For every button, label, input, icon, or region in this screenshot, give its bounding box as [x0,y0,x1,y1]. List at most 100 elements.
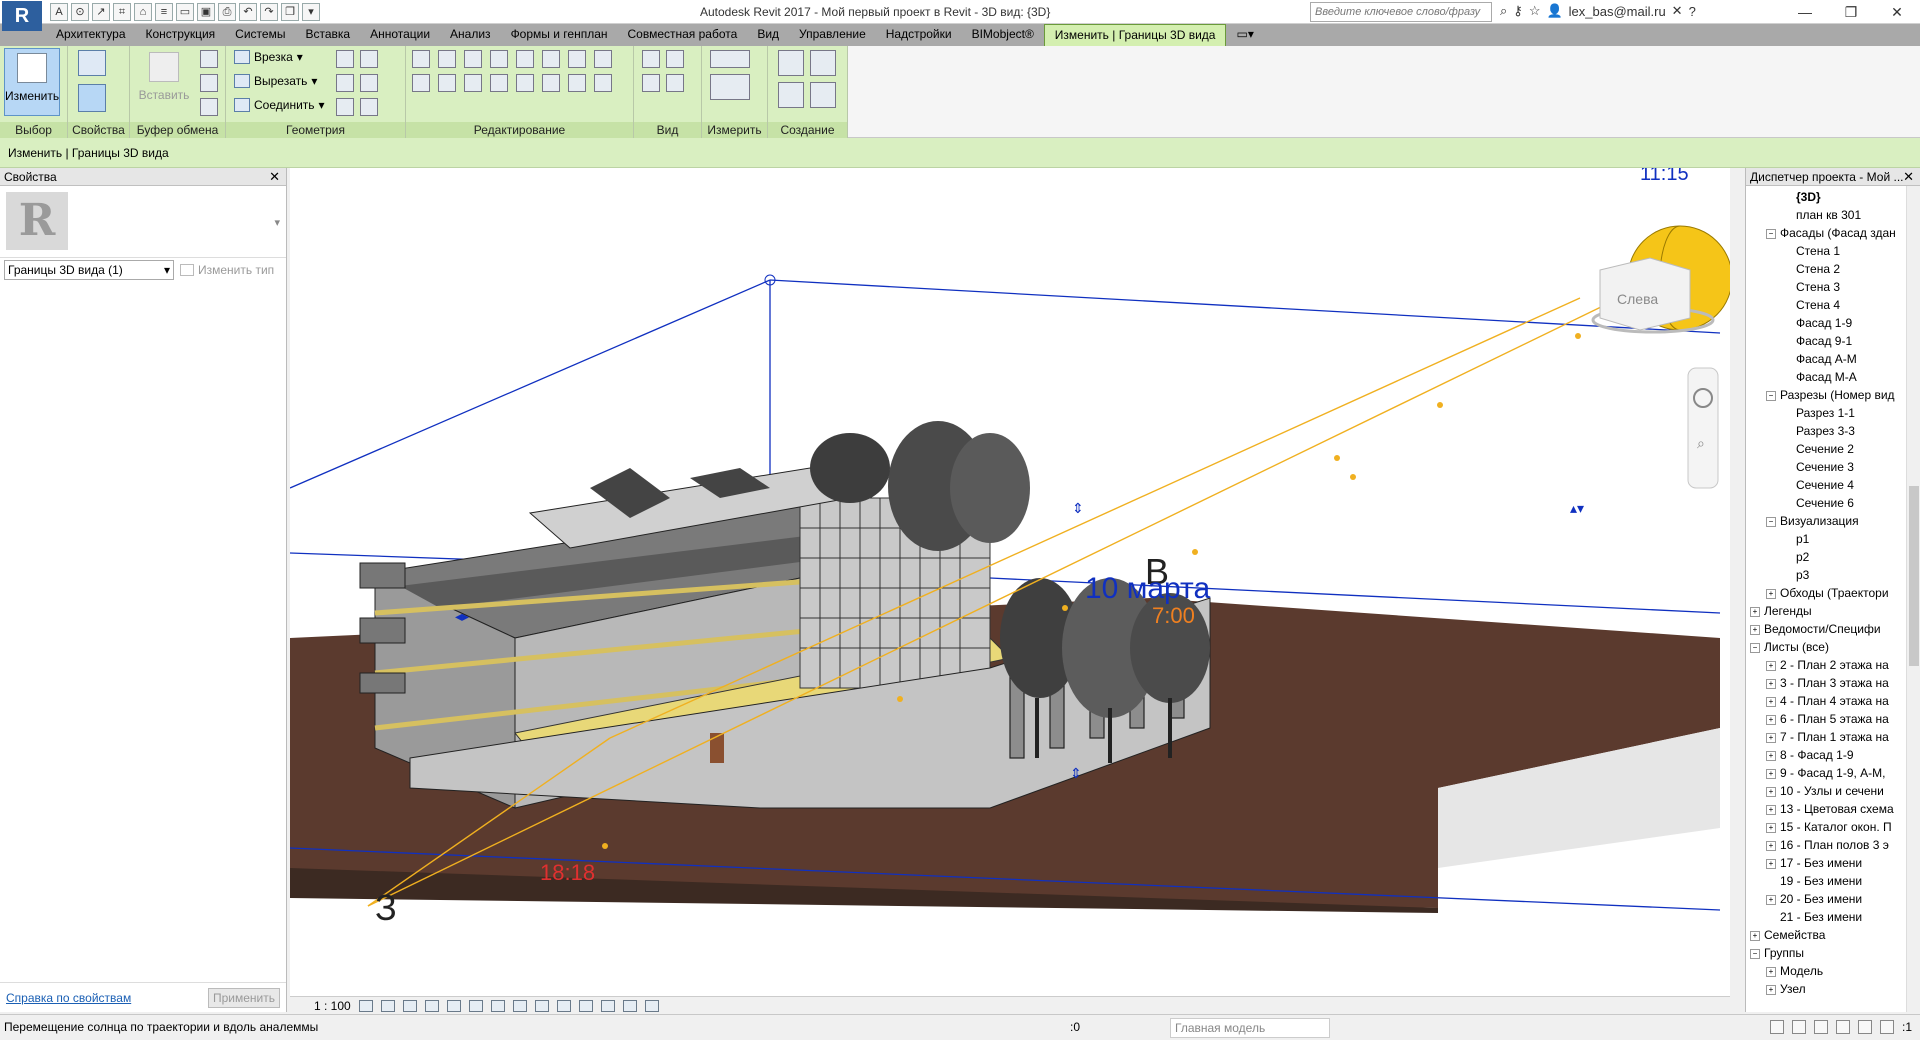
expand-icon[interactable]: + [1766,696,1776,707]
close-icon[interactable]: ✕ [269,169,280,185]
group-label[interactable]: Выбор [0,122,67,138]
text-icon[interactable]: A [50,3,68,21]
tab-systems[interactable]: Системы [225,24,295,46]
move-icon[interactable] [412,74,430,92]
expand-icon[interactable]: + [1766,786,1776,797]
browser-item[interactable]: +10 - Узлы и сечени [1746,782,1920,800]
hammer-icon[interactable] [360,98,378,116]
collapse-icon[interactable]: − [1766,390,1776,401]
browser-item[interactable]: − Фасады (Фасад здан [1746,224,1920,242]
temporary-view-properties-icon[interactable] [578,999,593,1012]
browser-item[interactable]: − Визуализация [1746,512,1920,530]
binoculars-icon[interactable]: ⌕ [1500,3,1507,19]
browser-item[interactable]: +8 - Фасад 1-9 [1746,746,1920,764]
expand-icon[interactable]: + [1766,822,1776,833]
subscription-icon[interactable]: ⚷ [1513,3,1523,19]
print-icon[interactable]: ⎙ [218,3,236,21]
modify-button[interactable]: Изменить [4,48,60,116]
copy-move-icon[interactable] [542,50,560,68]
wall-join-icon[interactable] [336,74,354,92]
copy-icon[interactable] [438,74,456,92]
browser-item[interactable]: + Ведомости/Специфи [1746,620,1920,638]
thin-lines-icon[interactable]: ≡ [155,3,173,21]
copy-icon[interactable] [200,74,218,92]
browser-item[interactable]: +17 - Без имени [1746,854,1920,872]
browser-item[interactable]: +13 - Цветовая схема [1746,800,1920,818]
expand-icon[interactable]: + [1766,660,1776,671]
type-properties-icon[interactable] [78,50,106,76]
edit-type-button[interactable]: Изменить тип [180,263,274,277]
create-assembly-icon[interactable] [778,50,804,76]
tab-collaborate[interactable]: Совместная работа [618,24,748,46]
tag-icon[interactable]: ⌗ [113,3,131,21]
paste-button[interactable]: Вставить [136,48,192,116]
browser-item[interactable]: р3 [1746,566,1920,584]
measure-between-icon[interactable] [710,50,750,68]
constraints-icon[interactable] [644,999,659,1012]
height-grip-icon[interactable]: ⇕ [1072,500,1084,516]
collapse-icon[interactable]: − [1750,948,1760,959]
browser-item[interactable]: +2 - План 2 этажа на [1746,656,1920,674]
browser-item[interactable]: +3 - План 3 этажа на [1746,674,1920,692]
arrow-grip-icon[interactable]: ▴▾ [1570,500,1584,516]
aligned-dimension-icon[interactable] [710,74,750,100]
properties-help-link[interactable]: Справка по свойствам [6,991,131,1005]
browser-item[interactable]: +9 - Фасад 1-9, А-М, [1746,764,1920,782]
tab-massing-site[interactable]: Формы и генплан [501,24,618,46]
tab-structure[interactable]: Конструкция [136,24,226,46]
search-input[interactable]: Введите ключевое слово/фразу [1310,2,1492,22]
align-icon[interactable] [412,50,430,68]
undo-icon[interactable]: ↶ [239,3,257,21]
trim-icon[interactable] [594,50,612,68]
3d-view-icon[interactable]: ⌂ [134,3,152,21]
temporary-hide-icon[interactable] [534,999,549,1012]
browser-item[interactable]: +7 - План 1 этажа на [1746,728,1920,746]
browser-item[interactable]: +15 - Каталог окон. П [1746,818,1920,836]
browser-item[interactable]: − Разрезы (Номер вид [1746,386,1920,404]
tab-addins[interactable]: Надстройки [876,24,962,46]
shadows-icon[interactable] [424,999,439,1012]
sun-date-label[interactable]: 10 марта [1085,572,1210,605]
expand-icon[interactable]: + [1750,606,1760,617]
reveal-hidden-icon[interactable] [556,999,571,1012]
navigation-bar[interactable]: ⌕ [1687,367,1719,489]
crop-view-icon[interactable] [468,999,483,1012]
split-face-icon[interactable] [336,50,354,68]
rotate-icon[interactable] [464,74,482,92]
section-grip-icon[interactable]: ◂▸ [455,608,469,624]
browser-item[interactable]: +16 - План полов 3 э [1746,836,1920,854]
browser-item[interactable]: +6 - План 5 этажа на [1746,710,1920,728]
expand-icon[interactable]: + [1766,714,1776,725]
filter-icon[interactable] [1879,1020,1894,1034]
browser-item[interactable]: + Семейства [1746,926,1920,944]
close-icon[interactable]: ✕ [1874,0,1920,24]
save-icon[interactable]: ▣ [197,3,215,21]
browser-item[interactable]: Фасад А-М [1746,350,1920,368]
zoom-icon[interactable]: ⌕ [1697,435,1705,451]
apply-button[interactable]: Применить [208,987,280,1008]
filter-icon[interactable] [666,74,684,92]
unpin-icon[interactable] [568,74,586,92]
create-similar-icon[interactable] [810,82,836,108]
browser-item[interactable]: Стена 1 [1746,242,1920,260]
offset-icon[interactable] [438,50,456,68]
sunrise-time-label[interactable]: 7:00 [1152,603,1195,628]
select-pinned-icon[interactable] [1813,1020,1828,1034]
linework-icon[interactable] [642,74,660,92]
help-icon[interactable]: ? [1689,4,1696,19]
browser-item[interactable]: + Легенды [1746,602,1920,620]
user-name[interactable]: lex_bas@mail.ru [1569,4,1666,19]
render-icon[interactable] [446,999,461,1012]
chevron-down-icon[interactable]: ▾ [274,216,280,229]
override-icon[interactable] [666,50,684,68]
dimension-icon[interactable]: ↗ [92,3,110,21]
trim-extend-icon[interactable] [490,74,508,92]
collapse-icon[interactable]: − [1766,516,1776,527]
sun-path-icon[interactable] [402,999,417,1012]
lock-view-icon[interactable] [512,999,527,1012]
delete-icon[interactable] [594,74,612,92]
close-icon[interactable]: ✕ [1903,169,1914,185]
3d-scene[interactable]: Слева ⌕ ⇕ ▴▾ ⇕ ◂▸ 11:15 В 10 марта 7:00 … [290,168,1730,1000]
instance-filter-dropdown[interactable]: Границы 3D вида (1) [4,260,174,280]
browser-item[interactable]: Стена 3 [1746,278,1920,296]
